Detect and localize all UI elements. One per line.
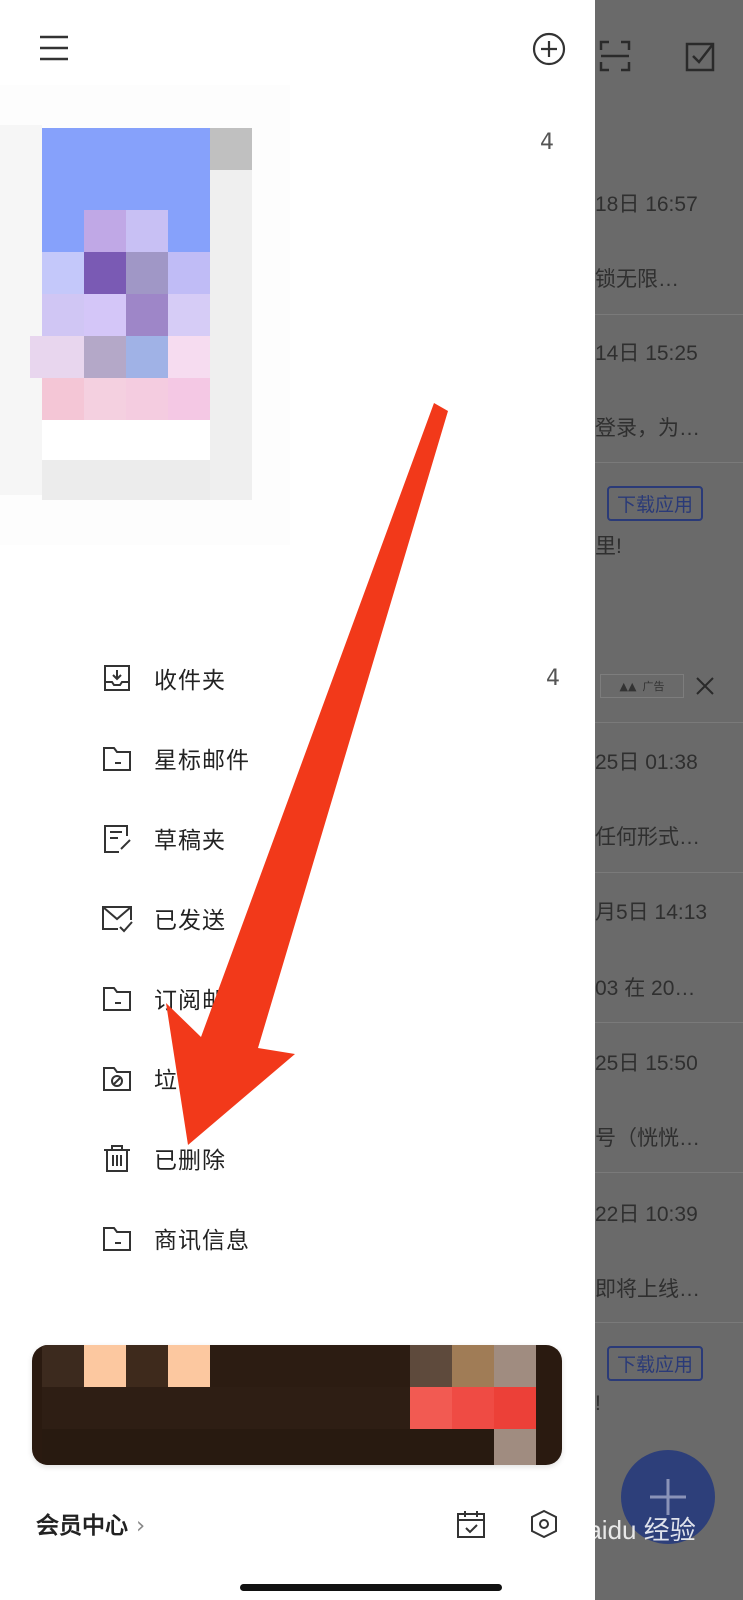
menu-item-label: 星标邮件 (154, 748, 250, 774)
ad-logo-icon: ▲▲ (619, 679, 637, 693)
calendar-icon[interactable] (455, 1508, 487, 1540)
watermark: Baidu 经验 (570, 1515, 696, 1545)
chevron-right-icon: › (136, 1513, 146, 1539)
mail-date: 18日 16:57 (595, 193, 698, 216)
folder-icon (100, 981, 134, 1015)
settings-icon[interactable] (528, 1508, 560, 1540)
mail-snippet: 03 在 20… (595, 977, 696, 1000)
unread-count: 4 (546, 665, 560, 691)
mail-snippet: 锁无限… (595, 268, 679, 291)
add-circle-icon[interactable] (532, 32, 566, 66)
menu-item-label: 商讯信息 (154, 1228, 250, 1254)
checkbox-edit-icon (685, 42, 715, 72)
close-icon[interactable] (695, 676, 715, 696)
mail-snippet: 即将上线… (595, 1278, 700, 1301)
menu-item-label: 收件夹 (154, 668, 226, 694)
draft-icon (100, 821, 134, 855)
pixelated-avatar-image (0, 85, 290, 545)
menu-item-label: 订阅邮 (154, 988, 226, 1014)
menu-icon[interactable] (38, 34, 70, 62)
spam-folder-icon (100, 1061, 134, 1095)
account-avatar[interactable] (0, 85, 290, 545)
ad-label: 广告 (642, 680, 665, 693)
mail-date: 25日 15:50 (595, 1052, 698, 1075)
trash-icon (100, 1141, 134, 1175)
menu-item-label: 已删除 (154, 1148, 226, 1174)
menu-item-label: 草稿夹 (154, 828, 226, 854)
mail-snippet: 任何形式… (595, 826, 700, 849)
download-app-button[interactable]: 下载应用 (607, 486, 704, 521)
pixelated-banner-image (32, 1345, 562, 1465)
menu-item-spam[interactable]: 垃 (100, 1050, 560, 1106)
mail-date: 月5日 14:13 (595, 901, 708, 924)
ad-tag: ▲▲ 广告 (600, 674, 684, 698)
sent-mail-icon (100, 901, 134, 935)
menu-item-starred[interactable]: 星标邮件 (100, 730, 560, 786)
mail-date: 22日 10:39 (595, 1203, 698, 1226)
navigation-drawer: 4 收件夹 4 星标邮件 草稿夹 已发送 订阅邮 垃 已删除 商讯信息 会员中心… (0, 0, 595, 1600)
home-indicator[interactable] (240, 1584, 502, 1591)
menu-item-drafts[interactable]: 草稿夹 (100, 810, 560, 866)
folder-icon (100, 1221, 134, 1255)
ad-fragment: 里! (595, 535, 622, 558)
account-unread-count: 4 (540, 130, 554, 155)
ad-fragment: ! (595, 1392, 601, 1415)
inbox-icon (100, 661, 134, 695)
menu-item-deleted[interactable]: 已删除 (100, 1130, 560, 1186)
folder-icon (100, 741, 134, 775)
promo-banner[interactable] (32, 1345, 562, 1465)
menu-item-inbox[interactable]: 收件夹 4 (100, 650, 560, 706)
download-app-button[interactable]: 下载应用 (607, 1346, 704, 1381)
menu-item-label: 已发送 (154, 908, 226, 934)
menu-item-sent[interactable]: 已发送 (100, 890, 560, 946)
mail-snippet: 号（恍恍… (595, 1127, 700, 1150)
mail-date: 25日 01:38 (595, 751, 698, 774)
menu-item-label: 垃 (154, 1068, 178, 1094)
member-center-link[interactable]: 会员中心 › (36, 1506, 145, 1540)
menu-item-subscriptions[interactable]: 订阅邮 (100, 970, 560, 1026)
background-mail-list: 18日 16:57 锁无限… 14日 15:25 登录，为… 下载应用 里! ▲… (595, 0, 743, 1600)
scan-icon (599, 40, 631, 72)
mail-date: 14日 15:25 (595, 342, 698, 365)
mail-snippet: 登录，为… (595, 417, 700, 440)
menu-item-business-info[interactable]: 商讯信息 (100, 1210, 560, 1266)
member-center-label: 会员中心 (36, 1513, 128, 1539)
